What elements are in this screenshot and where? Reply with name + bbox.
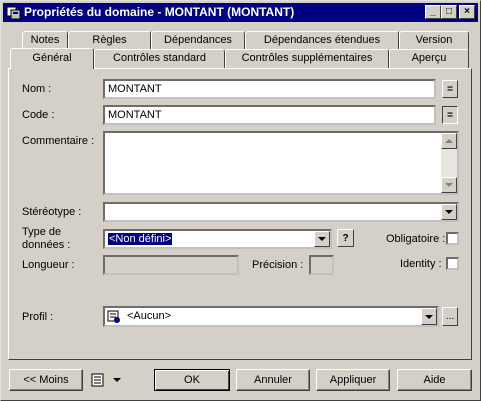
minimize-button[interactable]: _ bbox=[425, 5, 441, 19]
arrow-down-icon bbox=[445, 183, 453, 187]
tab-controles-supplementaires[interactable]: Contrôles supplémentaires bbox=[225, 49, 389, 68]
code-equals-button[interactable]: = bbox=[442, 106, 458, 124]
precision-field[interactable] bbox=[309, 255, 334, 275]
stereotype-combobox[interactable] bbox=[103, 202, 459, 222]
chevron-down-icon bbox=[318, 237, 326, 241]
commentaire-textarea[interactable] bbox=[103, 131, 459, 195]
arrow-up-icon bbox=[445, 139, 453, 143]
commentaire-label: Commentaire : bbox=[22, 135, 95, 147]
ok-button[interactable]: OK bbox=[154, 369, 230, 391]
appliquer-button[interactable]: Appliquer bbox=[316, 369, 390, 391]
type-label-line2: données : bbox=[22, 239, 71, 251]
stereotype-label: Stéréotype : bbox=[22, 206, 82, 218]
longueur-field[interactable] bbox=[103, 255, 239, 275]
maximize-icon: □ bbox=[445, 6, 453, 17]
code-label: Code : bbox=[22, 109, 55, 121]
list-menu-icon bbox=[91, 373, 104, 387]
precision-label: Précision : bbox=[252, 259, 304, 271]
identity-checkbox[interactable] bbox=[446, 257, 459, 270]
moins-button[interactable]: << Moins bbox=[9, 369, 83, 391]
tab-general[interactable]: Général bbox=[10, 48, 94, 69]
title-bar[interactable]: Propriétés du domaine - MONTANT (MONTANT… bbox=[3, 3, 478, 22]
type-dropdown-button[interactable] bbox=[314, 231, 330, 247]
stereotype-dropdown-button[interactable] bbox=[441, 204, 457, 220]
maximize-button[interactable]: □ bbox=[441, 5, 457, 19]
window-title: Propriétés du domaine - MONTANT (MONTANT… bbox=[24, 5, 295, 19]
obligatoire-label: Obligatoire : bbox=[386, 233, 446, 245]
type-selected-value: <Non défini> bbox=[106, 232, 174, 246]
type-help-button[interactable]: ? bbox=[337, 229, 354, 247]
tab-version[interactable]: Version bbox=[399, 31, 469, 50]
close-icon: × bbox=[464, 6, 470, 17]
nom-label: Nom : bbox=[22, 83, 52, 95]
nom-field[interactable]: MONTANT bbox=[103, 79, 436, 99]
minimize-icon: _ bbox=[430, 6, 436, 17]
list-menu-button[interactable] bbox=[89, 370, 121, 390]
profil-ellipsis-button[interactable]: ... bbox=[442, 307, 458, 326]
profil-combobox[interactable]: <Aucun> bbox=[103, 306, 439, 327]
code-field[interactable]: MONTANT bbox=[103, 105, 436, 125]
tab-dependances[interactable]: Dépendances bbox=[151, 31, 245, 50]
longueur-label: Longueur : bbox=[22, 259, 75, 271]
chevron-down-icon bbox=[445, 210, 453, 214]
scroll-up-button[interactable] bbox=[441, 133, 457, 149]
close-button[interactable]: × bbox=[459, 5, 475, 19]
profil-dropdown-button[interactable] bbox=[421, 308, 437, 325]
profil-label: Profil : bbox=[22, 311, 54, 323]
identity-label: Identity : bbox=[400, 258, 442, 270]
tab-apercu[interactable]: Aperçu bbox=[389, 49, 469, 68]
scroll-down-button[interactable] bbox=[441, 177, 457, 193]
obligatoire-checkbox[interactable] bbox=[446, 232, 459, 245]
dropdown-arrow-icon bbox=[113, 378, 121, 382]
chevron-down-icon bbox=[425, 314, 433, 319]
commentaire-scrollbar[interactable] bbox=[441, 133, 457, 193]
aide-button[interactable]: Aide bbox=[397, 369, 472, 391]
tab-dependances-etendues[interactable]: Dépendances étendues bbox=[245, 31, 399, 50]
type-label-line1: Type de bbox=[22, 226, 62, 238]
type-combobox[interactable]: <Non défini> bbox=[103, 229, 332, 249]
nom-equals-button[interactable]: = bbox=[442, 80, 458, 98]
app-icon bbox=[6, 6, 21, 20]
annuler-button[interactable]: Annuler bbox=[236, 369, 310, 391]
profil-value: <Aucun> bbox=[127, 310, 172, 322]
profile-icon bbox=[107, 310, 120, 323]
tab-controles-standard[interactable]: Contrôles standard bbox=[94, 49, 225, 68]
